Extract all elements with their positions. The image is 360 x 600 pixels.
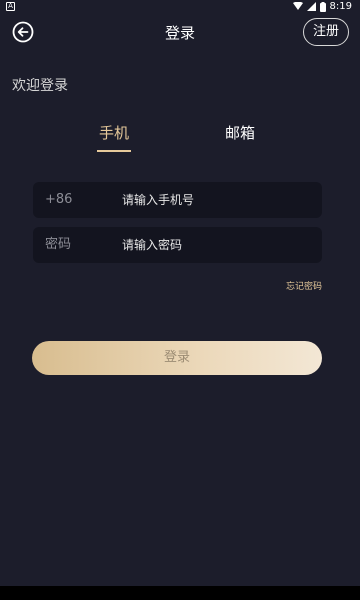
forgot-password-link[interactable]: 忘记密码 — [286, 279, 322, 292]
tab-email[interactable]: 邮箱 — [218, 122, 262, 154]
status-time: 8:19 — [329, 1, 352, 12]
password-field: 密码 — [33, 227, 322, 263]
welcome-text: 欢迎登录 — [12, 78, 68, 94]
notification-icon: A — [6, 2, 15, 11]
active-tab-indicator — [97, 150, 131, 152]
password-label: 密码 — [45, 237, 72, 252]
login-button[interactable]: 登录 — [32, 341, 322, 375]
wifi-icon — [292, 2, 303, 10]
phone-field: +86 — [33, 182, 322, 218]
register-button[interactable]: 注册 — [303, 18, 349, 46]
battery-icon — [319, 1, 326, 12]
header: 登录 注册 — [0, 14, 360, 50]
country-code[interactable]: +86 — [45, 182, 72, 218]
login-tabs: 手机 邮箱 — [0, 122, 360, 154]
phone-input[interactable] — [122, 182, 312, 218]
signal-icon — [306, 2, 316, 11]
password-input[interactable] — [122, 227, 312, 263]
login-screen: A 8:19 登录 注册 欢迎登录 手机 邮箱 +86 请输入手机号 密码 忘记… — [0, 0, 360, 600]
system-nav-bar — [0, 586, 360, 600]
status-bar: A 8:19 — [0, 0, 360, 14]
status-icons: 8:19 — [292, 1, 352, 12]
